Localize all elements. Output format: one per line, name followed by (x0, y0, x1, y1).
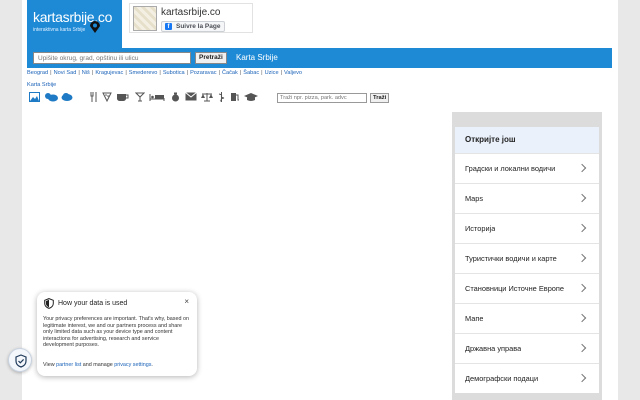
bar-icon[interactable] (134, 92, 146, 103)
pizza-icon[interactable] (102, 92, 112, 103)
discover-item-label: Градски и локални водичи (465, 164, 556, 173)
city-link[interactable]: Smederevo (129, 70, 158, 76)
discover-item-label: Туристички водичи и карте (465, 254, 557, 263)
city-link[interactable]: Subotica (163, 70, 185, 76)
restaurant-icon[interactable] (89, 92, 98, 103)
fb-follow-button[interactable]: f Suivre la Page (161, 21, 226, 32)
breadcrumb[interactable]: Karta Srbije (27, 82, 56, 88)
weather-icon[interactable] (44, 92, 58, 103)
privacy-foot-middle: and manage (81, 362, 115, 368)
chevron-right-icon (577, 223, 587, 233)
location-search-input[interactable] (33, 52, 191, 64)
discover-item[interactable]: Историја (455, 213, 599, 243)
facebook-page-widget: kartasrbije.co f Suivre la Page (129, 3, 253, 33)
privacy-settings-badge[interactable] (8, 348, 32, 372)
poi-search-button[interactable]: Traži (370, 93, 390, 103)
search-button[interactable]: Pretraži (195, 52, 227, 64)
close-icon[interactable]: × (184, 297, 189, 306)
education-icon[interactable] (244, 92, 258, 103)
chevron-right-icon (577, 163, 587, 173)
discover-item-label: Државна управа (465, 344, 522, 353)
poi-search-input[interactable] (277, 93, 367, 103)
city-link[interactable]: Čačak (222, 70, 238, 76)
chevron-right-icon (577, 253, 587, 263)
search-bar: Pretraži Karta Srbije (27, 48, 612, 68)
city-link[interactable]: Šabac (243, 70, 259, 76)
logo-subtitle: interaktivna karta Srbije (33, 27, 86, 33)
privacy-notice-card: How your data is used × Your privacy pre… (37, 292, 197, 376)
discover-item-label: Историја (465, 224, 496, 233)
discover-item[interactable]: Maps (455, 183, 599, 213)
privacy-settings-link[interactable]: privacy settings (114, 362, 151, 368)
partner-list-link[interactable]: partner list (56, 362, 81, 368)
cloud-icon[interactable] (61, 92, 73, 103)
privacy-foot-suffix: . (151, 362, 153, 368)
map-pin-icon (90, 21, 100, 33)
mail-icon[interactable] (185, 92, 197, 103)
privacy-footer: View partner list and manage privacy set… (43, 362, 153, 368)
discover-item[interactable]: Становници Источне Европе (455, 273, 599, 303)
fb-page-name[interactable]: kartasrbije.co (161, 7, 220, 18)
facebook-icon: f (165, 23, 172, 30)
discover-item-label: Maps (465, 194, 484, 203)
discover-item[interactable]: Мапе (455, 303, 599, 333)
discover-item[interactable]: Градски и локални водичи (455, 153, 599, 183)
city-link[interactable]: Niš (82, 70, 90, 76)
fb-follow-label: Suivre la Page (176, 23, 221, 30)
discover-item[interactable]: Демографски подаци (455, 363, 599, 393)
pharmacy-icon[interactable] (217, 92, 226, 103)
bank-icon[interactable] (171, 92, 180, 103)
discover-panel: Откријте још Градски и локални водичи Ma… (452, 112, 602, 400)
discover-list: Откријте још Градски и локални водичи Ma… (455, 127, 599, 393)
hotel-icon[interactable] (149, 92, 165, 103)
bar-title: Karta Srbije (236, 53, 278, 62)
city-link[interactable]: Beograd (27, 70, 48, 76)
privacy-title: How your data is used (58, 300, 128, 307)
discover-item-label: Становници Источне Европе (465, 284, 565, 293)
shield-icon (44, 298, 54, 309)
city-link[interactable]: Novi Sad (54, 70, 77, 76)
chevron-right-icon (577, 283, 587, 293)
privacy-body: Your privacy preferences are important. … (43, 316, 189, 349)
city-link[interactable]: Pozaravac (190, 70, 216, 76)
city-link[interactable]: Valjevo (284, 70, 302, 76)
chevron-right-icon (577, 343, 587, 353)
cafe-icon[interactable] (116, 92, 130, 103)
image-icon[interactable] (29, 92, 40, 103)
privacy-foot-prefix: View (43, 362, 57, 368)
discover-heading: Откријте још (455, 127, 599, 153)
discover-item-label: Мапе (465, 314, 484, 323)
fuel-icon[interactable] (230, 92, 240, 103)
city-links: Beograd | Novi Sad | Niš | Kragujevac | Smederev… (27, 70, 302, 76)
fb-page-thumbnail[interactable] (133, 6, 157, 31)
discover-item-label: Демографски подаци (465, 374, 539, 383)
court-icon[interactable] (201, 92, 213, 103)
city-link[interactable]: Kragujevac (95, 70, 123, 76)
discover-item[interactable]: Државна управа (455, 333, 599, 363)
city-link[interactable]: Uzice (265, 70, 279, 76)
chevron-right-icon (577, 313, 587, 323)
site-logo[interactable]: kartasrbije.co interaktivna karta Srbije (27, 0, 122, 48)
chevron-right-icon (577, 193, 587, 203)
discover-item[interactable]: Туристички водичи и карте (455, 243, 599, 273)
chevron-right-icon (577, 373, 587, 383)
shield-check-icon (15, 354, 27, 368)
